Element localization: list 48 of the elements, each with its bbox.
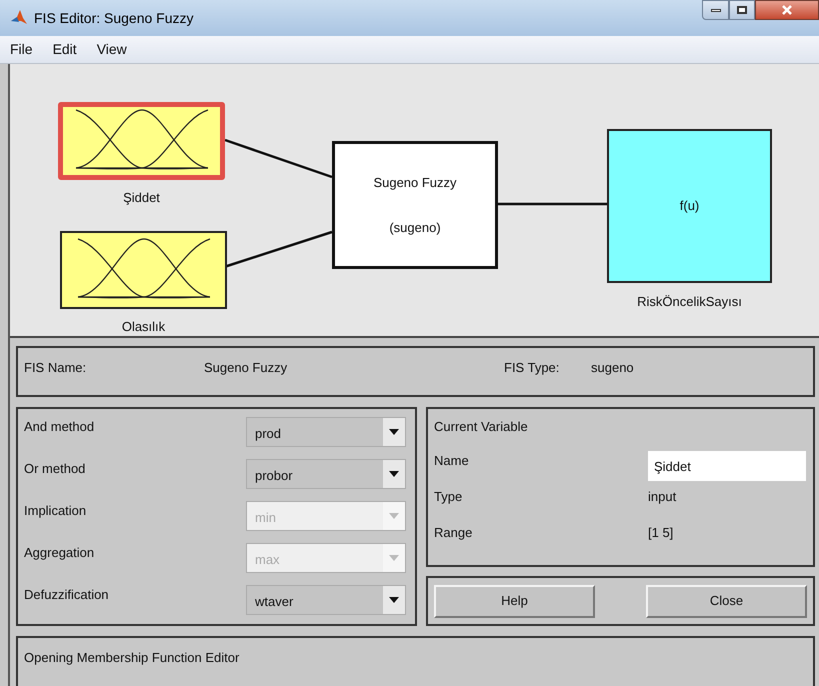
system-name: Sugeno Fuzzy [373, 174, 457, 192]
status-text: Opening Membership Function Editor [24, 650, 240, 665]
method-label: Or method [24, 460, 86, 478]
input-variable-block[interactable] [58, 102, 225, 180]
system-block[interactable]: Sugeno Fuzzy (sugeno) [332, 141, 498, 269]
field-label: Name [434, 452, 470, 470]
close-button[interactable] [755, 0, 819, 20]
field-label: FIS Name: [24, 359, 88, 377]
field-value: input [648, 488, 676, 506]
app-icon [10, 9, 28, 27]
minimize-button[interactable] [702, 0, 729, 20]
method-label: And method [24, 418, 96, 436]
method-dropdown[interactable]: probor [246, 459, 406, 489]
maximize-button[interactable] [729, 0, 755, 20]
output-variable-block[interactable]: f(u) [607, 129, 772, 283]
variable-label: Olasılık [120, 318, 166, 336]
field-value: [1 5] [648, 524, 674, 542]
caret-icon [389, 429, 399, 435]
action-button[interactable]: Help [434, 584, 595, 618]
field-value: sugeno [590, 359, 635, 377]
caret-icon [389, 471, 399, 477]
menu-item[interactable]: Edit [52, 39, 77, 60]
method-label: Aggregation [24, 544, 96, 562]
field-value: Sugeno Fuzzy [203, 359, 288, 377]
field-label: Range [434, 524, 474, 542]
caret-icon [389, 555, 399, 561]
function-label: f(u) [680, 197, 700, 216]
name-input[interactable]: Şiddet [648, 451, 806, 481]
method-dropdown[interactable]: prod [246, 417, 406, 447]
caret-icon [389, 597, 399, 603]
menu-item[interactable]: File [10, 39, 33, 60]
panel-title: Current Variable [434, 418, 529, 436]
method-dropdown[interactable]: wtaver [246, 585, 406, 615]
input-variable-block[interactable] [60, 231, 227, 309]
variable-label: Şiddet [122, 189, 161, 207]
caret-icon [389, 513, 399, 519]
system-type: (sugeno) [389, 219, 441, 237]
action-button[interactable]: Close [646, 584, 807, 618]
menu-item[interactable]: View [96, 39, 127, 60]
method-dropdown: min [246, 501, 406, 531]
close-icon [782, 5, 792, 15]
method-label: Implication [24, 502, 88, 520]
variable-label: RiskÖncelikSayısı [636, 293, 743, 311]
method-label: Defuzzification [24, 586, 110, 604]
window-title: FIS Editor: Sugeno Fuzzy [34, 8, 194, 28]
method-dropdown: max [246, 543, 406, 573]
field-label: FIS Type: [503, 359, 560, 377]
field-label: Type [434, 488, 464, 506]
